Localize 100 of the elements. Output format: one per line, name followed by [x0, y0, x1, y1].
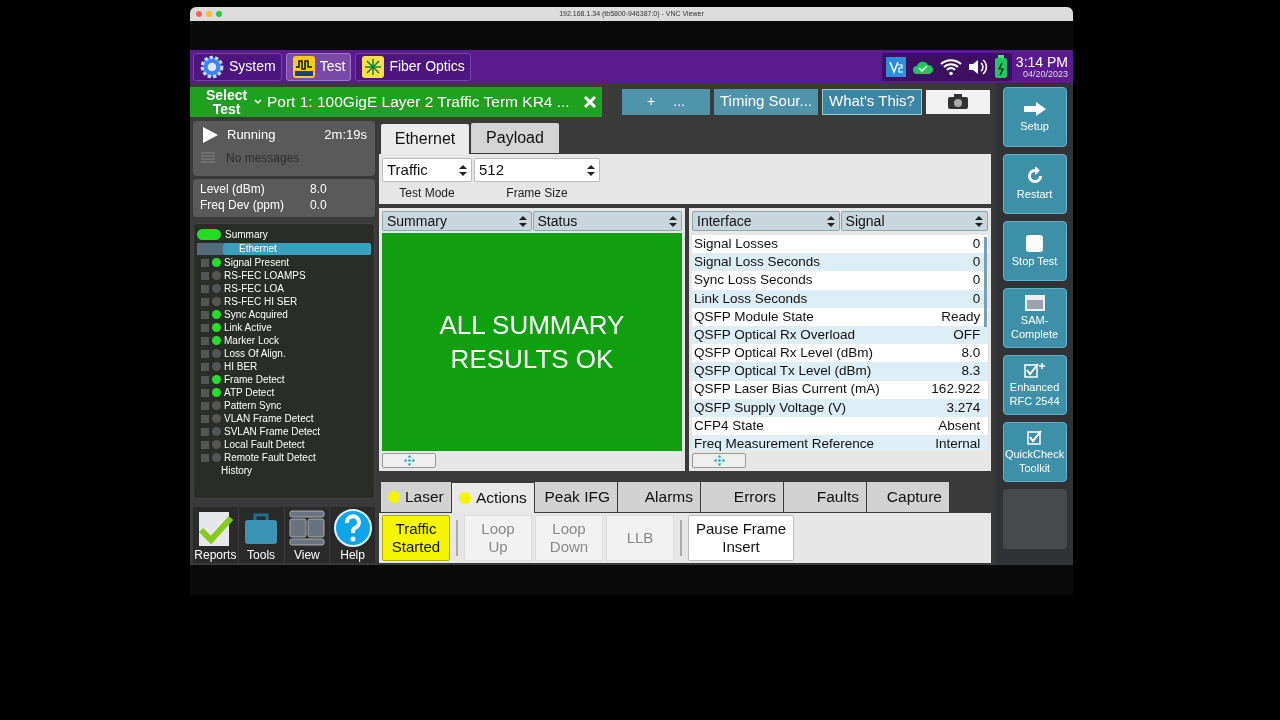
setting-dropdown[interactable]: 512	[474, 158, 600, 182]
sort-icon	[669, 215, 677, 227]
arrow-icon	[1021, 101, 1048, 117]
test-title: Port 1: 100GigE Layer 2 Traffic Term KR4 ...	[267, 91, 570, 112]
side-button[interactable]: Enhanced RFC 2544	[1002, 355, 1067, 415]
wifi-icon	[939, 57, 962, 76]
tree-item[interactable]: History	[221, 463, 253, 478]
header-tab[interactable]: What's This?	[822, 88, 922, 115]
tree-item[interactable]: SVLAN Frame Detect	[224, 424, 321, 439]
waveform-icon	[291, 54, 316, 79]
play-icon	[201, 125, 219, 144]
action-button[interactable]: Pause Frame Insert	[688, 514, 794, 561]
tree-item[interactable]: Pattern Sync	[224, 398, 282, 413]
tree-item[interactable]: Loss Of Align.	[224, 346, 286, 361]
run-state: Running	[227, 126, 276, 144]
restart-icon	[1025, 167, 1044, 185]
result-label: QSFP Optical Rx Overload	[694, 325, 856, 344]
side-button[interactable]: SAM-Complete	[1002, 288, 1067, 348]
side-button[interactable]: Setup	[1002, 87, 1067, 147]
battery-icon	[993, 54, 1008, 79]
result-label: CFP4 State	[694, 416, 764, 435]
tree-item[interactable]: Link Active	[224, 320, 272, 335]
column-selector[interactable]: Summary	[382, 211, 532, 231]
action-tab[interactable]: Alarms	[618, 482, 700, 512]
clock-date: 04/20/2023	[1022, 69, 1068, 79]
result-value: 0	[972, 235, 981, 253]
result-value: Absent	[938, 416, 981, 435]
action-tab[interactable]: Actions	[452, 483, 534, 513]
action-tab[interactable]: Errors	[701, 482, 783, 512]
tree-item[interactable]: Local Fault Detect	[224, 437, 305, 452]
result-label: Sync Loss Seconds	[694, 271, 813, 290]
column-selector[interactable]: Signal	[840, 211, 989, 231]
tree-item[interactable]: Summary	[225, 226, 268, 242]
result-label: Link Loss Seconds	[694, 289, 808, 308]
side-button[interactable]: Restart	[1002, 154, 1067, 214]
side-button[interactable]: Stop Test	[1002, 221, 1067, 281]
action-tab[interactable]: Faults	[784, 482, 866, 512]
tool-button[interactable]: Reports	[193, 507, 238, 563]
clock-time: 3:14 PM	[1015, 54, 1068, 69]
tree-item[interactable]: Signal Present	[224, 255, 290, 270]
plus-label: +	[647, 92, 656, 111]
zoom-light-icon[interactable]	[216, 11, 222, 17]
starburst-icon	[361, 54, 386, 79]
tree-node-bar	[197, 243, 223, 255]
result-tab[interactable]: Payload	[471, 123, 559, 153]
action-tab[interactable]: Peak IFG	[535, 482, 617, 512]
tree-item[interactable]: RS-FEC LOA	[224, 281, 284, 296]
tree-item[interactable]: Remote Fault Detect	[224, 450, 316, 465]
tree-item[interactable]: RS-FEC LOAMPS	[224, 268, 306, 283]
result-value: 162.922	[931, 380, 981, 399]
sort-icon	[518, 215, 527, 227]
action-button[interactable]: Traffic Started	[382, 514, 450, 561]
move-icon	[403, 455, 415, 466]
result-value: 0	[972, 271, 981, 290]
tool-button[interactable]: Help	[330, 507, 375, 563]
camera-icon	[946, 93, 969, 110]
column-selector[interactable]: Interface	[692, 211, 840, 231]
tool-button[interactable]: View	[284, 507, 330, 563]
gear-icon	[199, 53, 225, 80]
pane-move-button[interactable]	[382, 453, 436, 468]
setting-label: Test Mode	[399, 185, 455, 202]
tree-item[interactable]: Marker Lock	[224, 333, 279, 348]
action-tab[interactable]: Capture	[867, 482, 949, 512]
setting-label: Frame Size	[506, 185, 568, 202]
tree-item[interactable]: Frame Detect	[224, 372, 285, 387]
result-tab[interactable]: Ethernet	[381, 124, 469, 154]
close-icon[interactable]	[584, 95, 596, 108]
setting-dropdown[interactable]: Traffic	[382, 158, 472, 182]
close-light-icon[interactable]	[196, 11, 202, 17]
pane-move-button[interactable]	[692, 453, 746, 468]
column-selector[interactable]: Status	[532, 211, 682, 231]
action-tab[interactable]: Laser	[381, 482, 451, 512]
tool-button[interactable]: Tools	[238, 507, 284, 563]
result-label: QSFP Optical Rx Level (dBm)	[694, 344, 874, 363]
chevron-down-icon	[254, 98, 262, 105]
stop-icon	[1026, 234, 1044, 252]
speaker-icon	[967, 57, 988, 76]
elapsed-time: 2m:19s	[324, 126, 367, 144]
top-bar-button[interactable]: Test	[285, 52, 352, 81]
tree-item[interactable]: RS-FEC HI SER	[224, 294, 298, 309]
result-label: Signal Losses	[694, 235, 779, 253]
result-label: Freq Measurement Reference	[694, 435, 875, 451]
window-icon	[1024, 295, 1045, 311]
top-bar-button[interactable]: System	[193, 52, 282, 81]
result-label: Signal Loss Seconds	[694, 253, 821, 272]
more-label: ...	[673, 92, 685, 111]
result-label: QSFP Module State	[694, 307, 814, 326]
tree-item[interactable]: ATP Detect	[224, 385, 275, 400]
sort-icon	[826, 215, 835, 227]
top-bar-button[interactable]: Fiber Optics	[355, 52, 471, 81]
result-value: 3.274	[946, 398, 981, 417]
layout-icon	[286, 508, 327, 548]
side-button[interactable]: QuickCheck Toolkit	[1002, 422, 1067, 482]
tree-item[interactable]: VLAN Frame Detect	[224, 411, 314, 426]
tree-item[interactable]: HI BER	[224, 359, 258, 374]
reading-value: 8.0	[310, 181, 327, 197]
camera-button[interactable]	[925, 89, 990, 114]
reading-value: 0.0	[310, 197, 327, 213]
result-value: Ready	[941, 307, 981, 326]
tree-item[interactable]: Sync Acquired	[224, 307, 288, 322]
